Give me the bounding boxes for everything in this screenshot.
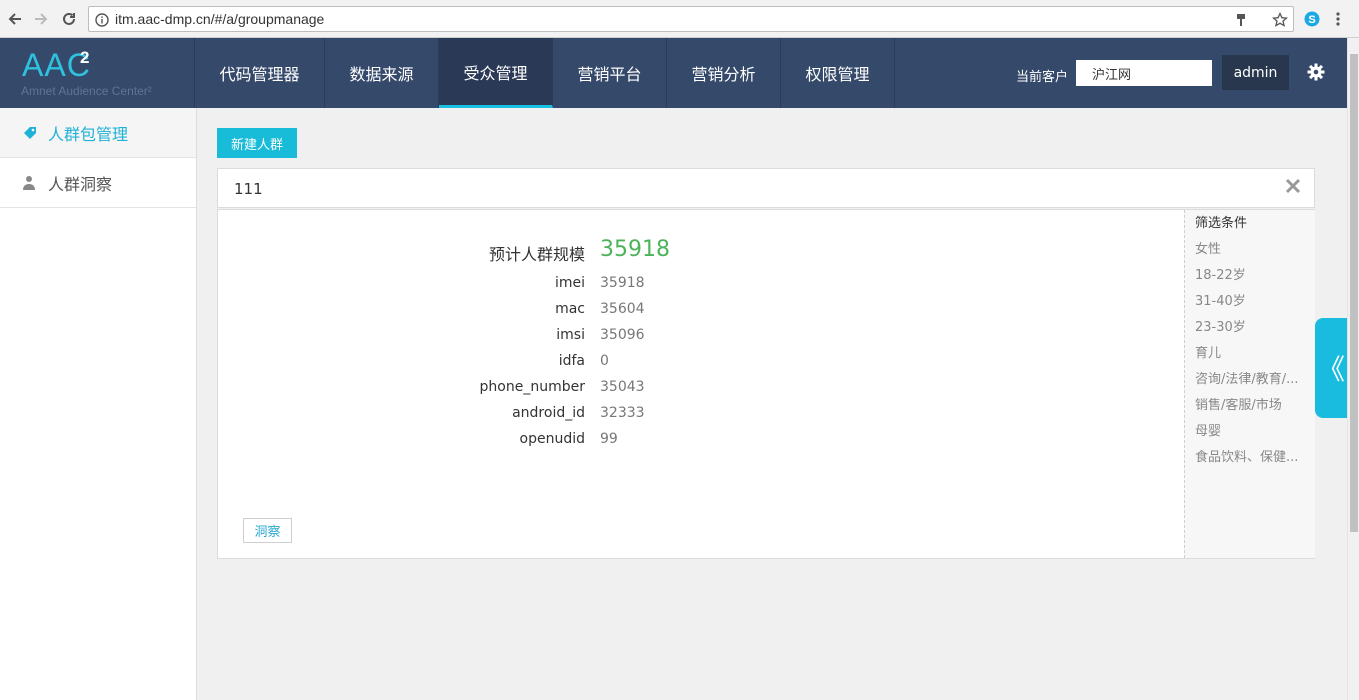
filter-item: 母婴 [1195, 424, 1222, 439]
nav-item-data-source[interactable]: 数据来源 [325, 38, 439, 108]
metric-value: 32333 [600, 405, 645, 421]
estimate-value: 35918 [600, 237, 670, 262]
browser-toolbar: itm.aac-dmp.cn/#/a/groupmanage S [0, 0, 1359, 38]
filter-item: 23-30岁 [1195, 320, 1246, 335]
filter-item: 18-22岁 [1195, 268, 1246, 283]
metric-row: android_id 32333 [418, 405, 818, 431]
sidebar: 人群包管理 人群洞察 [0, 108, 197, 700]
metric-key: idfa [558, 353, 585, 369]
sidebar-item-label: 人群包管理 [48, 124, 129, 144]
nav-item-audience[interactable]: 受众管理 [439, 38, 553, 108]
metric-value: 35096 [600, 327, 645, 343]
logo-sup: 2 [80, 48, 90, 67]
filter-item: 咨询/法律/教育/... [1195, 372, 1299, 387]
nav-item-permissions[interactable]: 权限管理 [781, 38, 895, 108]
logo[interactable]: AAC 2 Amnet Audience Center² [0, 38, 195, 108]
close-icon[interactable] [1284, 177, 1302, 199]
filter-title: 筛选条件 [1195, 216, 1248, 231]
page-scrollbar[interactable] [1347, 38, 1359, 700]
filter-conditions: 筛选条件 女性 18-22岁 31-40岁 23-30岁 育儿 咨询/法律/教育… [1184, 210, 1315, 558]
gear-icon[interactable] [1307, 63, 1325, 85]
app-header: AAC 2 Amnet Audience Center² 代码管理器 数据来源 … [0, 38, 1347, 108]
user-icon [22, 175, 38, 191]
nav-item-code-manager[interactable]: 代码管理器 [195, 38, 325, 108]
metric-row: imei 35918 [418, 275, 818, 301]
sidebar-item-group-manage[interactable]: 人群包管理 [0, 108, 196, 158]
client-select[interactable]: 沪江网 [1076, 60, 1212, 86]
user-button[interactable]: admin [1222, 55, 1289, 90]
forward-icon[interactable] [30, 8, 52, 30]
new-group-button[interactable]: 新建人群 [217, 128, 297, 158]
tag-icon [22, 125, 38, 141]
metric-row: mac 35604 [418, 301, 818, 327]
sidebar-item-insight[interactable]: 人群洞察 [0, 158, 196, 208]
expand-panel-toggle[interactable]: 《 [1315, 318, 1347, 418]
metric-row: openudid 99 [418, 431, 818, 457]
address-bar[interactable]: itm.aac-dmp.cn/#/a/groupmanage [88, 6, 1294, 32]
filter-item: 31-40岁 [1195, 294, 1246, 309]
group-header[interactable]: 111 [217, 168, 1315, 208]
filter-item: 食品饮料、保健... [1195, 450, 1299, 465]
estimate-label: 预计人群规模 [489, 245, 586, 264]
metric-value: 35043 [600, 379, 645, 395]
metric-row: idfa 0 [418, 353, 818, 379]
metric-value: 99 [600, 431, 618, 447]
star-icon[interactable] [1271, 11, 1289, 32]
metric-key: mac [555, 301, 585, 317]
url-text: itm.aac-dmp.cn/#/a/groupmanage [115, 11, 325, 27]
back-icon[interactable] [4, 8, 26, 30]
client-label: 当前客户 [1016, 70, 1069, 85]
menu-icon[interactable] [1327, 8, 1349, 30]
paint-icon[interactable] [1235, 12, 1247, 31]
nav-item-marketing-platform[interactable]: 营销平台 [553, 38, 667, 108]
metric-key: imsi [556, 327, 585, 343]
info-icon[interactable] [95, 12, 109, 31]
metric-row: imsi 35096 [418, 327, 818, 353]
nav-item-marketing-analysis[interactable]: 营销分析 [667, 38, 781, 108]
metric-row: phone_number 35043 [418, 379, 818, 405]
metric-key: imei [554, 275, 585, 291]
insight-button[interactable]: 洞察 [243, 518, 292, 543]
metric-key: openudid [519, 431, 585, 447]
logo-subtitle: Amnet Audience Center² [21, 84, 152, 98]
top-nav: 代码管理器 数据来源 受众管理 营销平台 营销分析 权限管理 [195, 38, 895, 108]
sidebar-item-label: 人群洞察 [48, 174, 113, 194]
svg-text:S: S [1308, 14, 1315, 26]
metric-value: 0 [600, 353, 609, 369]
group-detail-panel: 预计人群规模 35918 imei 35918 mac 35604 imsi 3… [217, 209, 1315, 559]
metric-key: android_id [512, 405, 585, 421]
metric-value: 35604 [600, 301, 645, 317]
filter-item: 女性 [1195, 242, 1222, 257]
skype-icon[interactable]: S [1301, 8, 1323, 30]
filter-item: 育儿 [1195, 346, 1222, 361]
filter-item: 销售/客服/市场 [1195, 398, 1282, 413]
metric-value: 35918 [600, 275, 645, 291]
reload-icon[interactable] [58, 8, 80, 30]
metric-key: phone_number [479, 379, 585, 395]
scrollbar-thumb[interactable] [1350, 54, 1358, 532]
group-name: 111 [234, 180, 263, 198]
